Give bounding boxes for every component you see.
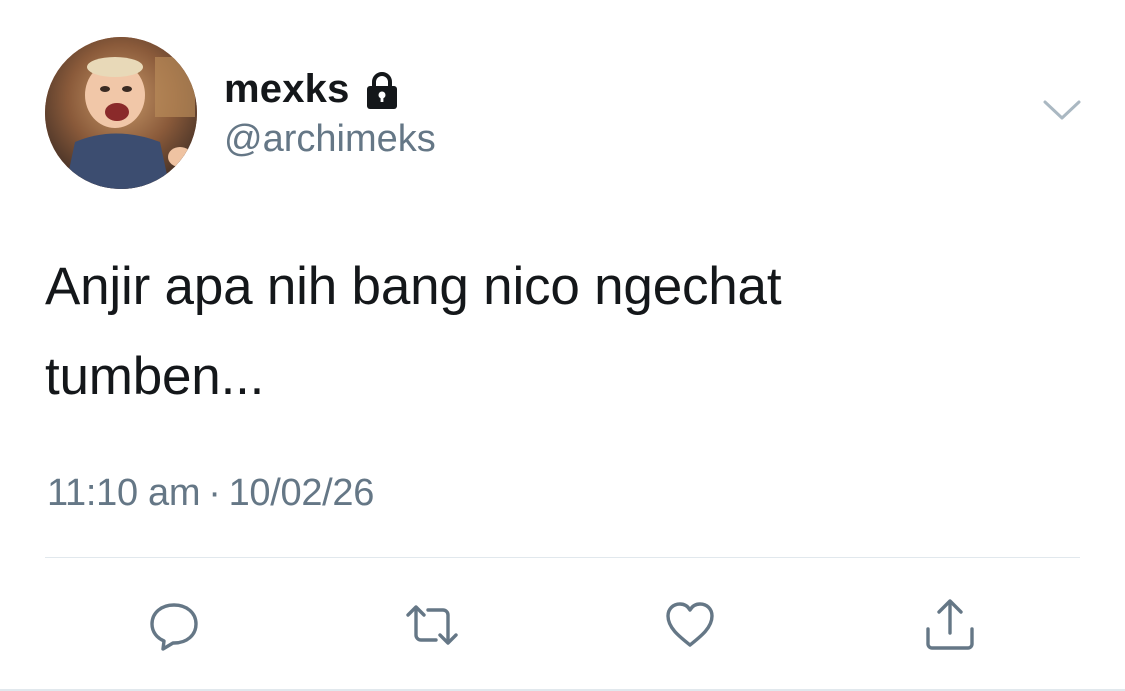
user-avatar[interactable] [45,37,197,189]
share-icon[interactable] [922,597,978,653]
reply-icon[interactable] [146,597,202,653]
divider [45,557,1080,558]
tweet-text: Anjir apa nih bang nico ngechat tumben..… [45,242,1085,422]
tweet-text-line: Anjir apa nih bang nico ngechat [45,257,782,316]
user-info: mexks @archimeks [224,66,436,161]
tweet-card: mexks @archimeks Anjir apa nih bang nico… [0,0,1125,691]
tweet-date: 10/02/26 [228,472,375,514]
avatar-image [45,37,197,189]
heart-icon[interactable] [662,597,718,653]
user-handle[interactable]: @archimeks [224,118,436,161]
display-name-row: mexks [224,66,436,112]
tweet-timestamp[interactable]: 11:10 am · 10/02/26 [47,472,374,515]
display-name[interactable]: mexks [224,67,350,112]
tweet-text-line: tumben... [45,347,265,406]
chevron-down-icon[interactable] [1042,96,1082,126]
meta-separator: · [208,472,221,514]
lock-icon [362,70,402,110]
retweet-icon[interactable] [404,597,460,653]
tweet-time: 11:10 am [47,472,201,514]
